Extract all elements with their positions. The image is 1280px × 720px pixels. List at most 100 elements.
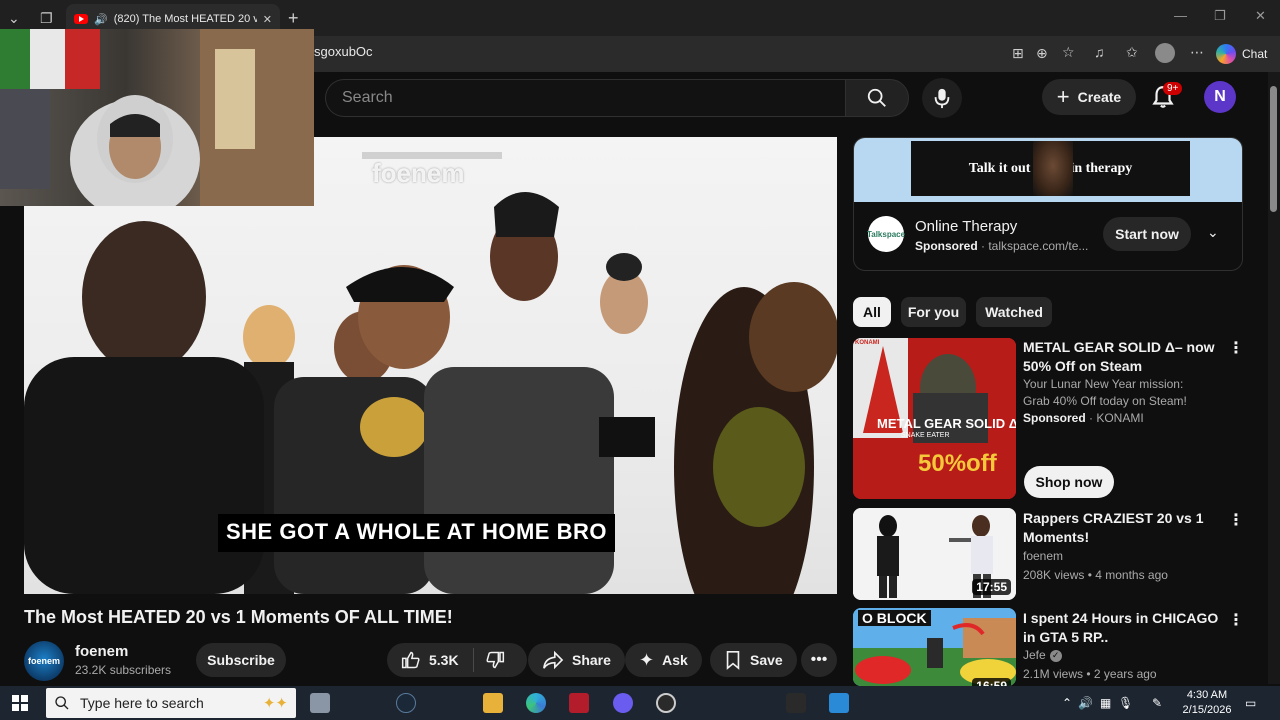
taskbar-search-icon xyxy=(55,696,69,710)
edge-browser-icon[interactable] xyxy=(526,693,546,713)
ad-banner[interactable]: Talk it out in therapy xyxy=(854,138,1242,202)
channel-avatar[interactable]: foenem xyxy=(24,641,64,681)
windows-start-icon[interactable] xyxy=(12,695,28,711)
steam-icon[interactable] xyxy=(396,693,416,713)
verified-check-icon: ✓ xyxy=(1049,649,1062,662)
webcam-overlay xyxy=(0,29,314,206)
address-bar-url[interactable]: sgoxubOc xyxy=(314,44,754,64)
ad-domain: · talkspace.com/te... xyxy=(977,239,1089,253)
rec-menu-icon-1[interactable]: ⋮ xyxy=(1228,338,1244,358)
mgs-thumb-subtitle: SNAKE EATER xyxy=(901,432,950,439)
channel-avatar-text: foenem xyxy=(27,656,60,666)
rec-title-2[interactable]: Rappers CRAZIEST 20 vs 1 Moments! xyxy=(1023,509,1223,547)
new-tab-icon[interactable]: + xyxy=(288,8,299,29)
create-button[interactable]: + Create xyxy=(1042,79,1136,115)
epic-games-icon[interactable] xyxy=(786,693,806,713)
rec-menu-icon-3[interactable]: ⋮ xyxy=(1228,610,1244,630)
rec-channel-2[interactable]: foenem xyxy=(1023,548,1063,565)
media-icon[interactable]: ♫ xyxy=(1094,44,1105,60)
taskbar-app-icon-f[interactable] xyxy=(829,693,849,713)
ad-advertiser-logo[interactable]: Talkspace xyxy=(867,216,905,252)
taskbar-app-icon-1[interactable] xyxy=(310,693,330,713)
rec-thumbnail-3[interactable]: O BLOCK 16:59 xyxy=(853,608,1016,686)
webcam-scene xyxy=(0,29,314,206)
mgs-thumb-brand: KONAMI xyxy=(855,340,880,346)
workspaces-icon[interactable]: ❐ xyxy=(40,10,53,27)
file-explorer-icon[interactable] xyxy=(483,693,503,713)
obs-icon[interactable] xyxy=(656,693,676,713)
rec-meta-3: 2.1M views • 2 years ago xyxy=(1023,667,1157,681)
taskbar-search-box[interactable]: Type here to search ✦✦ xyxy=(46,688,296,718)
rec-title-3[interactable]: I spent 24 Hours in CHICAGO in GTA 5 RP.… xyxy=(1023,609,1223,647)
voice-search-button[interactable] xyxy=(922,78,962,118)
chip-all[interactable]: All xyxy=(853,297,891,327)
profile-icon[interactable] xyxy=(1155,43,1175,63)
taskbar-clock[interactable]: 4:30 AM 2/15/2026 xyxy=(1176,688,1238,718)
share-button[interactable]: Share xyxy=(528,643,625,677)
channel-name[interactable]: foenem xyxy=(75,643,128,660)
scrollbar-thumb[interactable] xyxy=(1270,86,1277,212)
bookmark-icon xyxy=(726,651,740,670)
shop-now-button[interactable]: Shop now xyxy=(1024,466,1114,498)
save-button[interactable]: Save xyxy=(710,643,797,677)
search-icon xyxy=(867,88,886,107)
zoom-icon[interactable]: ⊕ xyxy=(1036,45,1048,62)
dislike-button[interactable] xyxy=(485,650,505,670)
thumbs-down-icon xyxy=(486,651,504,669)
speaker-icon[interactable]: 🔊 xyxy=(94,13,108,26)
sparkle-icon: ✦ xyxy=(639,649,655,670)
rec-menu-icon-2[interactable]: ⋮ xyxy=(1228,510,1244,530)
tray-volume-icon[interactable]: 🔊 xyxy=(1078,696,1093,710)
close-window-icon[interactable]: ✕ xyxy=(1255,8,1266,24)
more-horizontal-icon: ••• xyxy=(810,651,828,668)
rec-thumbnail-2[interactable]: 17:55 xyxy=(853,508,1016,600)
video-watermark: foenem xyxy=(372,158,465,188)
rec-channel-3[interactable]: Jefe xyxy=(1023,647,1046,664)
ad-title[interactable]: Online Therapy xyxy=(915,218,1017,235)
notification-center-icon[interactable]: ▭ xyxy=(1245,696,1256,710)
tab-actions-chevron-icon[interactable]: ⌄ xyxy=(8,10,20,27)
search-placeholder: Search xyxy=(342,89,393,106)
tray-chevron-icon[interactable]: ⌃ xyxy=(1062,696,1072,710)
tray-network-icon[interactable]: ▦ xyxy=(1100,696,1111,710)
search-highlight-icon: ✦✦ xyxy=(262,695,288,712)
thumbs-up-icon xyxy=(401,651,420,669)
copilot-logo-icon xyxy=(1216,44,1236,64)
account-avatar[interactable]: N xyxy=(1204,81,1236,113)
favorites-icon[interactable]: ✩ xyxy=(1126,44,1138,61)
rec-advertiser-1: · KONAMI xyxy=(1085,411,1144,425)
ad-sponsor-line: Sponsored · talkspace.com/te... xyxy=(915,239,1088,253)
video-caption: SHE GOT A WHOLE AT HOME BRO xyxy=(218,514,615,552)
subscribe-button[interactable]: Subscribe xyxy=(196,643,286,677)
rec-title-1[interactable]: METAL GEAR SOLID Δ– now 50% Off on Steam xyxy=(1023,338,1223,376)
like-dislike-group: 5.3K xyxy=(387,643,527,677)
like-count: 5.3K xyxy=(429,652,459,668)
taskbar-time: 4:30 AM xyxy=(1186,689,1228,701)
tray-mic-icon[interactable]: 🎙 xyxy=(1118,696,1133,710)
adobe-app-icon[interactable] xyxy=(569,693,589,713)
search-input[interactable]: Search xyxy=(325,79,845,117)
like-button[interactable]: 5.3K xyxy=(401,650,459,670)
rec-description-1: Your Lunar New Year mission: Grab 40% Of… xyxy=(1023,377,1187,408)
ad-sponsored-label: Sponsored xyxy=(915,239,978,253)
minimize-icon[interactable]: — xyxy=(1174,8,1187,23)
chevron-down-icon[interactable]: ⌄ xyxy=(1207,224,1219,241)
gta-thumb-label: O BLOCK xyxy=(858,610,931,626)
ad-start-now-button[interactable]: Start now xyxy=(1103,217,1191,251)
more-actions-button[interactable]: ••• xyxy=(801,643,837,677)
tray-pen-icon[interactable]: ✎ xyxy=(1152,696,1162,710)
ask-button[interactable]: ✦ Ask xyxy=(625,643,702,677)
search-button[interactable] xyxy=(845,79,909,117)
chip-for-you[interactable]: For you xyxy=(901,297,966,327)
ad-banner-text-right: in therapy xyxy=(1070,160,1133,176)
apps-icon[interactable]: ⊞ xyxy=(1012,45,1024,62)
chip-watched[interactable]: Watched xyxy=(976,297,1052,327)
more-options-icon[interactable]: ⋯ xyxy=(1190,44,1204,61)
copilot-chat-button[interactable]: Chat xyxy=(1216,42,1267,66)
maximize-icon[interactable]: ❐ xyxy=(1214,8,1226,24)
discord-icon[interactable] xyxy=(613,693,633,713)
subscriber-count: 23.2K subscribers xyxy=(75,663,172,677)
favorite-star-icon[interactable]: ☆ xyxy=(1062,44,1075,61)
close-tab-icon[interactable]: ✕ xyxy=(263,13,272,26)
rec-thumbnail-1[interactable]: METAL GEAR SOLID Δ SNAKE EATER 50%off KO… xyxy=(853,338,1016,499)
